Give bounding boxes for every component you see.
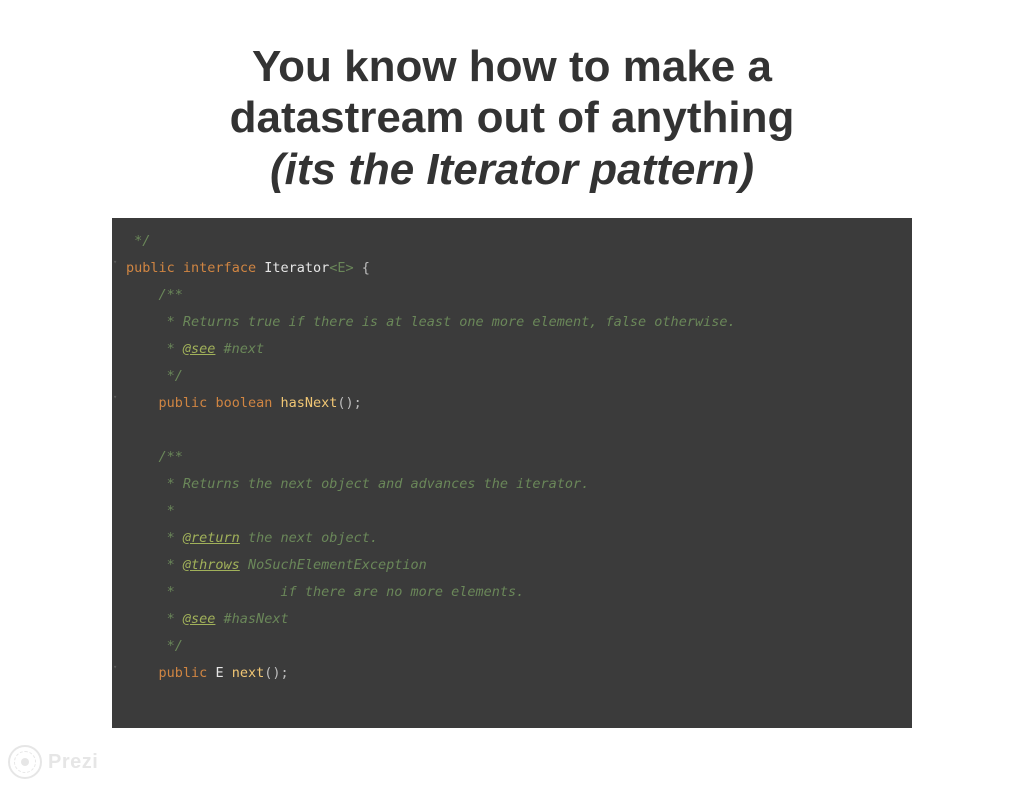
javadoc-cond: * if there are no more elements. (159, 584, 525, 600)
code-line: * Returns the next object and advances t… (126, 471, 898, 498)
title-line-1: You know how to make a (0, 42, 1024, 93)
javadoc-throws-text: NoSuchElementException (240, 557, 427, 573)
code-line: * if there are no more elements. (126, 579, 898, 606)
prezi-icon-core (21, 758, 29, 766)
code-line: ▾ public E next(); (126, 660, 898, 687)
code-line: ▾public interface Iterator<E> { (126, 255, 898, 282)
code-line: * @throws NoSuchElementException (126, 552, 898, 579)
comment-end: */ (134, 233, 150, 249)
code-line: */ (126, 228, 898, 255)
prezi-label: Prezi (48, 751, 98, 774)
keyword-public: public (126, 260, 175, 276)
title-line-2: datastream out of anything (0, 93, 1024, 144)
code-line: * (126, 498, 898, 525)
code-line: */ (126, 633, 898, 660)
brace-open: { (354, 260, 370, 276)
method-name: hasNext (280, 395, 337, 411)
type-name: Iterator (264, 260, 329, 276)
keyword-interface: interface (183, 260, 256, 276)
javadoc-see-ref: #hasNext (215, 611, 288, 627)
javadoc-return-text: the next object. (240, 530, 378, 546)
javadoc-text: * Returns the next object and advances t… (159, 476, 590, 492)
javadoc-text: * Returns true if there is at least one … (159, 314, 736, 330)
keyword-public: public (159, 395, 208, 411)
prezi-watermark: Prezi (8, 745, 98, 779)
javadoc-return-tag: @return (183, 530, 240, 546)
method-paren: (); (264, 665, 288, 681)
prezi-icon-inner (14, 751, 36, 773)
slide-container: You know how to make a datastream out of… (0, 0, 1024, 728)
javadoc-see-tag: @see (183, 341, 216, 357)
javadoc-throws-tag: @throws (183, 557, 240, 573)
gutter-mark: ▾ (113, 660, 117, 674)
javadoc-see-ref: #next (215, 341, 264, 357)
javadoc-star: * (159, 611, 183, 627)
gutter-mark: ▾ (113, 390, 117, 404)
javadoc-see-tag: @see (183, 611, 216, 627)
code-line: /** (126, 444, 898, 471)
code-block: */ ▾public interface Iterator<E> { /** *… (112, 218, 912, 728)
code-line: * @see #next (126, 336, 898, 363)
subtitle: (its the Iterator pattern) (0, 145, 1024, 196)
code-line: ▾ public boolean hasNext(); (126, 390, 898, 417)
javadoc-open: /** (159, 287, 183, 303)
javadoc-close: */ (159, 368, 183, 384)
prezi-icon (8, 745, 42, 779)
javadoc-close: */ (159, 638, 183, 654)
generic-param: <E> (329, 260, 353, 276)
code-line: /** (126, 282, 898, 309)
gutter-mark: ▾ (113, 255, 117, 269)
keyword-boolean: boolean (215, 395, 272, 411)
method-paren: (); (337, 395, 361, 411)
return-type: E (215, 665, 223, 681)
code-line: * @return the next object. (126, 525, 898, 552)
method-name: next (232, 665, 265, 681)
javadoc-star: * (159, 557, 183, 573)
code-line-blank (126, 417, 898, 444)
javadoc-star: * (159, 341, 183, 357)
code-line: */ (126, 363, 898, 390)
javadoc-star: * (159, 530, 183, 546)
javadoc-open: /** (159, 449, 183, 465)
keyword-public: public (159, 665, 208, 681)
code-line: * @see #hasNext (126, 606, 898, 633)
code-line: * Returns true if there is at least one … (126, 309, 898, 336)
javadoc-star: * (159, 503, 175, 519)
